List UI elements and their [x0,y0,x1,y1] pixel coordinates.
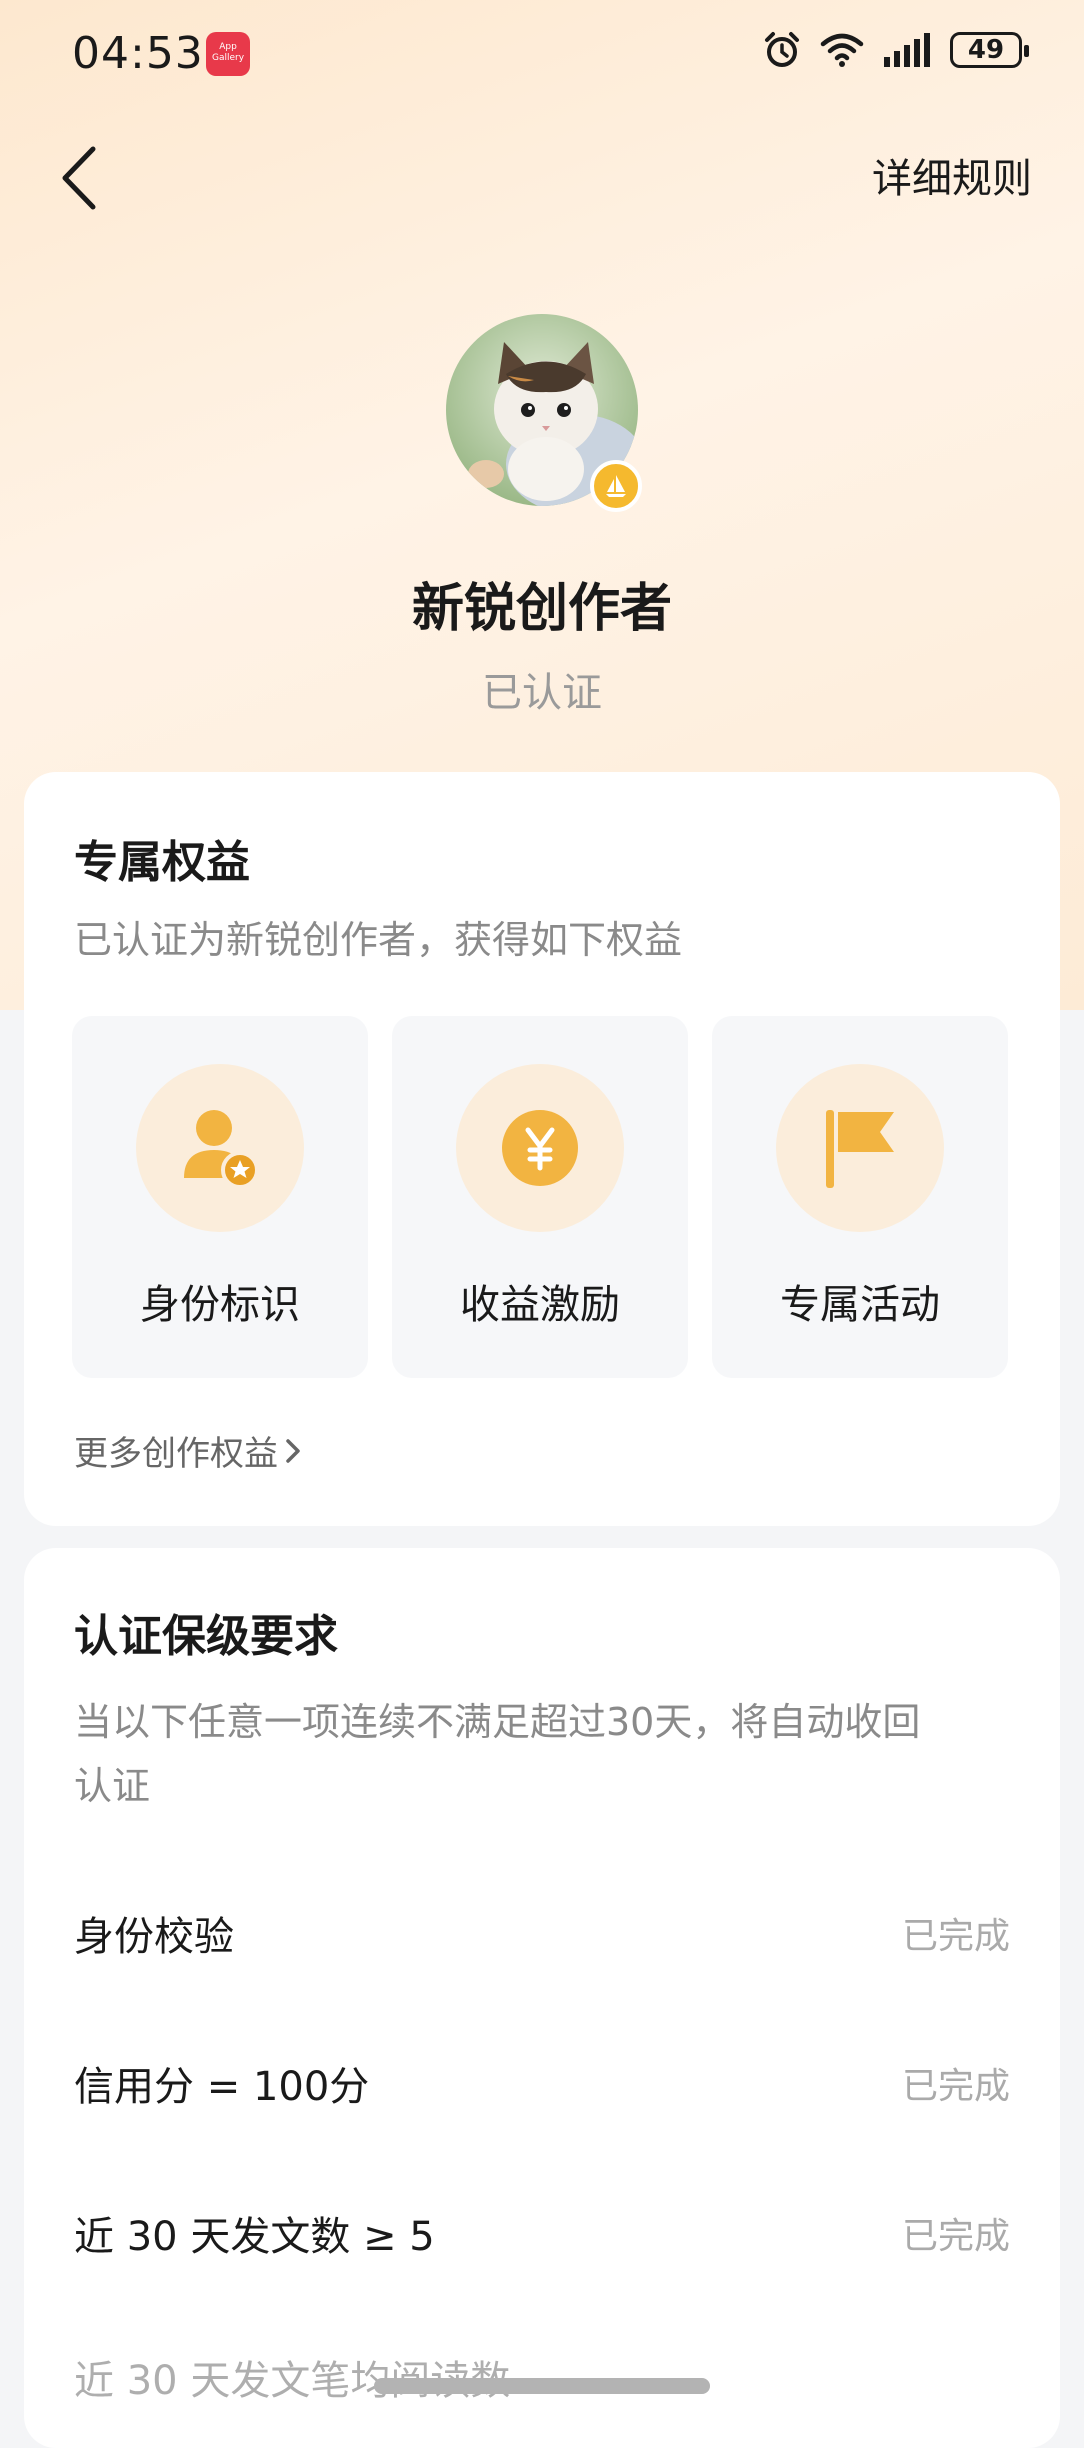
yuan-coin-icon [502,1110,578,1186]
app-gallery-icon: App Gallery [206,32,250,76]
requirements-title: 认证保级要求 [74,1611,338,1662]
benefit-label: 专属活动 [780,1282,940,1328]
sailboat-icon [606,475,626,497]
profile-title: 新锐创作者 [411,579,672,639]
benefit-tile-identity[interactable]: 身份标识 [72,1016,368,1378]
benefit-tiles: 身份标识 收益激励 专属活动 [72,1016,1008,1378]
requirement-status: 已完成 [901,1916,1010,1957]
chevron-left-icon [62,146,96,210]
requirements-desc-line1: 当以下任意一项连续不满足超过30天，将自动收回 [74,1700,921,1744]
more-benefits-link[interactable]: 更多创作权益 [74,1426,302,1475]
requirement-row-partial: 近 30 天发文笔均阅读数 [74,2358,511,2404]
requirements-desc-line2: 认证 [74,1764,151,1808]
status-bar: 04:53 App Gallery 49 [0,0,1084,110]
benefit-icon-circle [136,1064,304,1232]
profile-status: 已认证 [482,670,602,716]
benefit-label: 身份标识 [140,1282,300,1328]
benefit-tile-income[interactable]: 收益激励 [392,1016,688,1378]
benefit-icon-circle [456,1064,624,1232]
battery-icon: 49 [950,32,1029,68]
requirements-card: 认证保级要求 当以下任意一项连续不满足超过30天，将自动收回 认证 身份校验 已… [24,1548,1060,2448]
creator-badge [590,460,642,512]
flag-icon [826,1110,894,1188]
requirement-row: 信用分 = 100分 已完成 [74,2054,1010,2112]
requirement-status: 已完成 [901,2066,1010,2107]
benefit-icon-circle [776,1064,944,1232]
benefit-tile-activities[interactable]: 专属活动 [712,1016,1008,1378]
alarm-icon [765,32,799,67]
requirement-label: 身份校验 [74,1914,234,1960]
chevron-right-icon [286,1438,300,1463]
status-icons: 49 [762,30,1029,70]
wifi-icon [820,33,864,67]
requirement-row: 身份校验 已完成 [74,1904,1010,1962]
requirement-label: 信用分 = 100分 [74,2064,370,2110]
user-star-icon [184,1110,259,1189]
benefits-desc: 已认证为新锐创作者，获得如下权益 [74,918,683,962]
battery-level: 49 [967,35,1005,65]
signal-icon [884,33,930,67]
benefit-label: 收益激励 [460,1282,620,1328]
more-benefits-label: 更多创作权益 [74,1434,278,1474]
home-indicator[interactable] [374,2378,710,2394]
status-time: 04:53 [72,28,204,79]
detailed-rules-link[interactable]: 详细规则 [872,146,1032,204]
benefits-title: 专属权益 [74,837,250,888]
requirement-status: 已完成 [901,2216,1010,2257]
benefits-card: 专属权益 已认证为新锐创作者，获得如下权益 身份标识 收益激励 专属活动 更多创… [24,772,1060,1526]
back-button[interactable] [44,138,114,218]
requirement-row: 近 30 天发文数 ≥ 5 已完成 [74,2204,1010,2262]
requirement-label: 近 30 天发文数 ≥ 5 [74,2214,435,2260]
